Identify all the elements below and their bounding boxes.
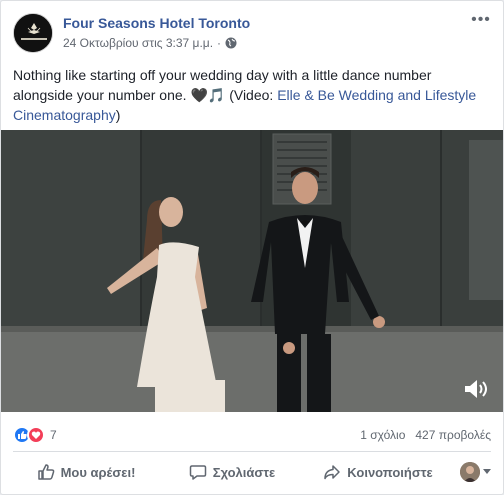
actions-divider [13, 451, 491, 452]
action-bar: Μου αρέσει! Σχολιάστε Κοινοποιήστε [13, 453, 491, 491]
post-meta: 24 Οκτωβρίου στις 3:37 μ.μ. · [63, 36, 237, 50]
love-reaction-icon [27, 426, 45, 444]
more-options-icon[interactable]: ••• [471, 12, 491, 31]
reactions-count[interactable]: 7 [50, 428, 57, 442]
meta-separator: · [217, 36, 222, 50]
post-stats: 7 1 σχόλιο 427 προβολές [13, 422, 491, 448]
post-text-end: ) [115, 107, 121, 123]
comment-icon [189, 465, 207, 480]
like-icon [37, 464, 54, 480]
share-icon [324, 465, 341, 480]
post-timestamp[interactable]: 24 Οκτωβρίου στις 3:37 μ.μ. [63, 36, 213, 50]
post-text: Nothing like starting off your wedding d… [13, 65, 493, 125]
like-label: Μου αρέσει! [60, 464, 136, 480]
share-button[interactable]: Κοινοποιήστε [305, 455, 451, 489]
post-header: Four Seasons Hotel Toronto 24 Οκτωβρίου … [13, 12, 491, 55]
volume-icon[interactable] [463, 378, 489, 400]
views-count[interactable]: 427 προβολές [415, 428, 491, 442]
chevron-down-icon [483, 469, 491, 474]
share-label: Κοινοποιήστε [347, 464, 433, 480]
user-avatar [460, 462, 480, 482]
four-seasons-logo [14, 14, 52, 52]
globe-icon[interactable] [225, 37, 237, 49]
post-card: Four Seasons Hotel Toronto 24 Οκτωβρίου … [0, 0, 504, 495]
like-button[interactable]: Μου αρέσει! [13, 455, 159, 489]
video-frame [1, 130, 503, 412]
page-avatar[interactable] [13, 13, 53, 53]
comment-button[interactable]: Σχολιάστε [159, 455, 305, 489]
share-as-selector[interactable] [451, 462, 491, 482]
video-player[interactable] [1, 130, 503, 412]
reaction-icons[interactable] [13, 426, 45, 444]
comments-count[interactable]: 1 σχόλιο [360, 428, 405, 442]
stats-right: 1 σχόλιο 427 προβολές [360, 428, 491, 442]
comment-label: Σχολιάστε [212, 464, 276, 480]
page-name-link[interactable]: Four Seasons Hotel Toronto [63, 15, 250, 31]
